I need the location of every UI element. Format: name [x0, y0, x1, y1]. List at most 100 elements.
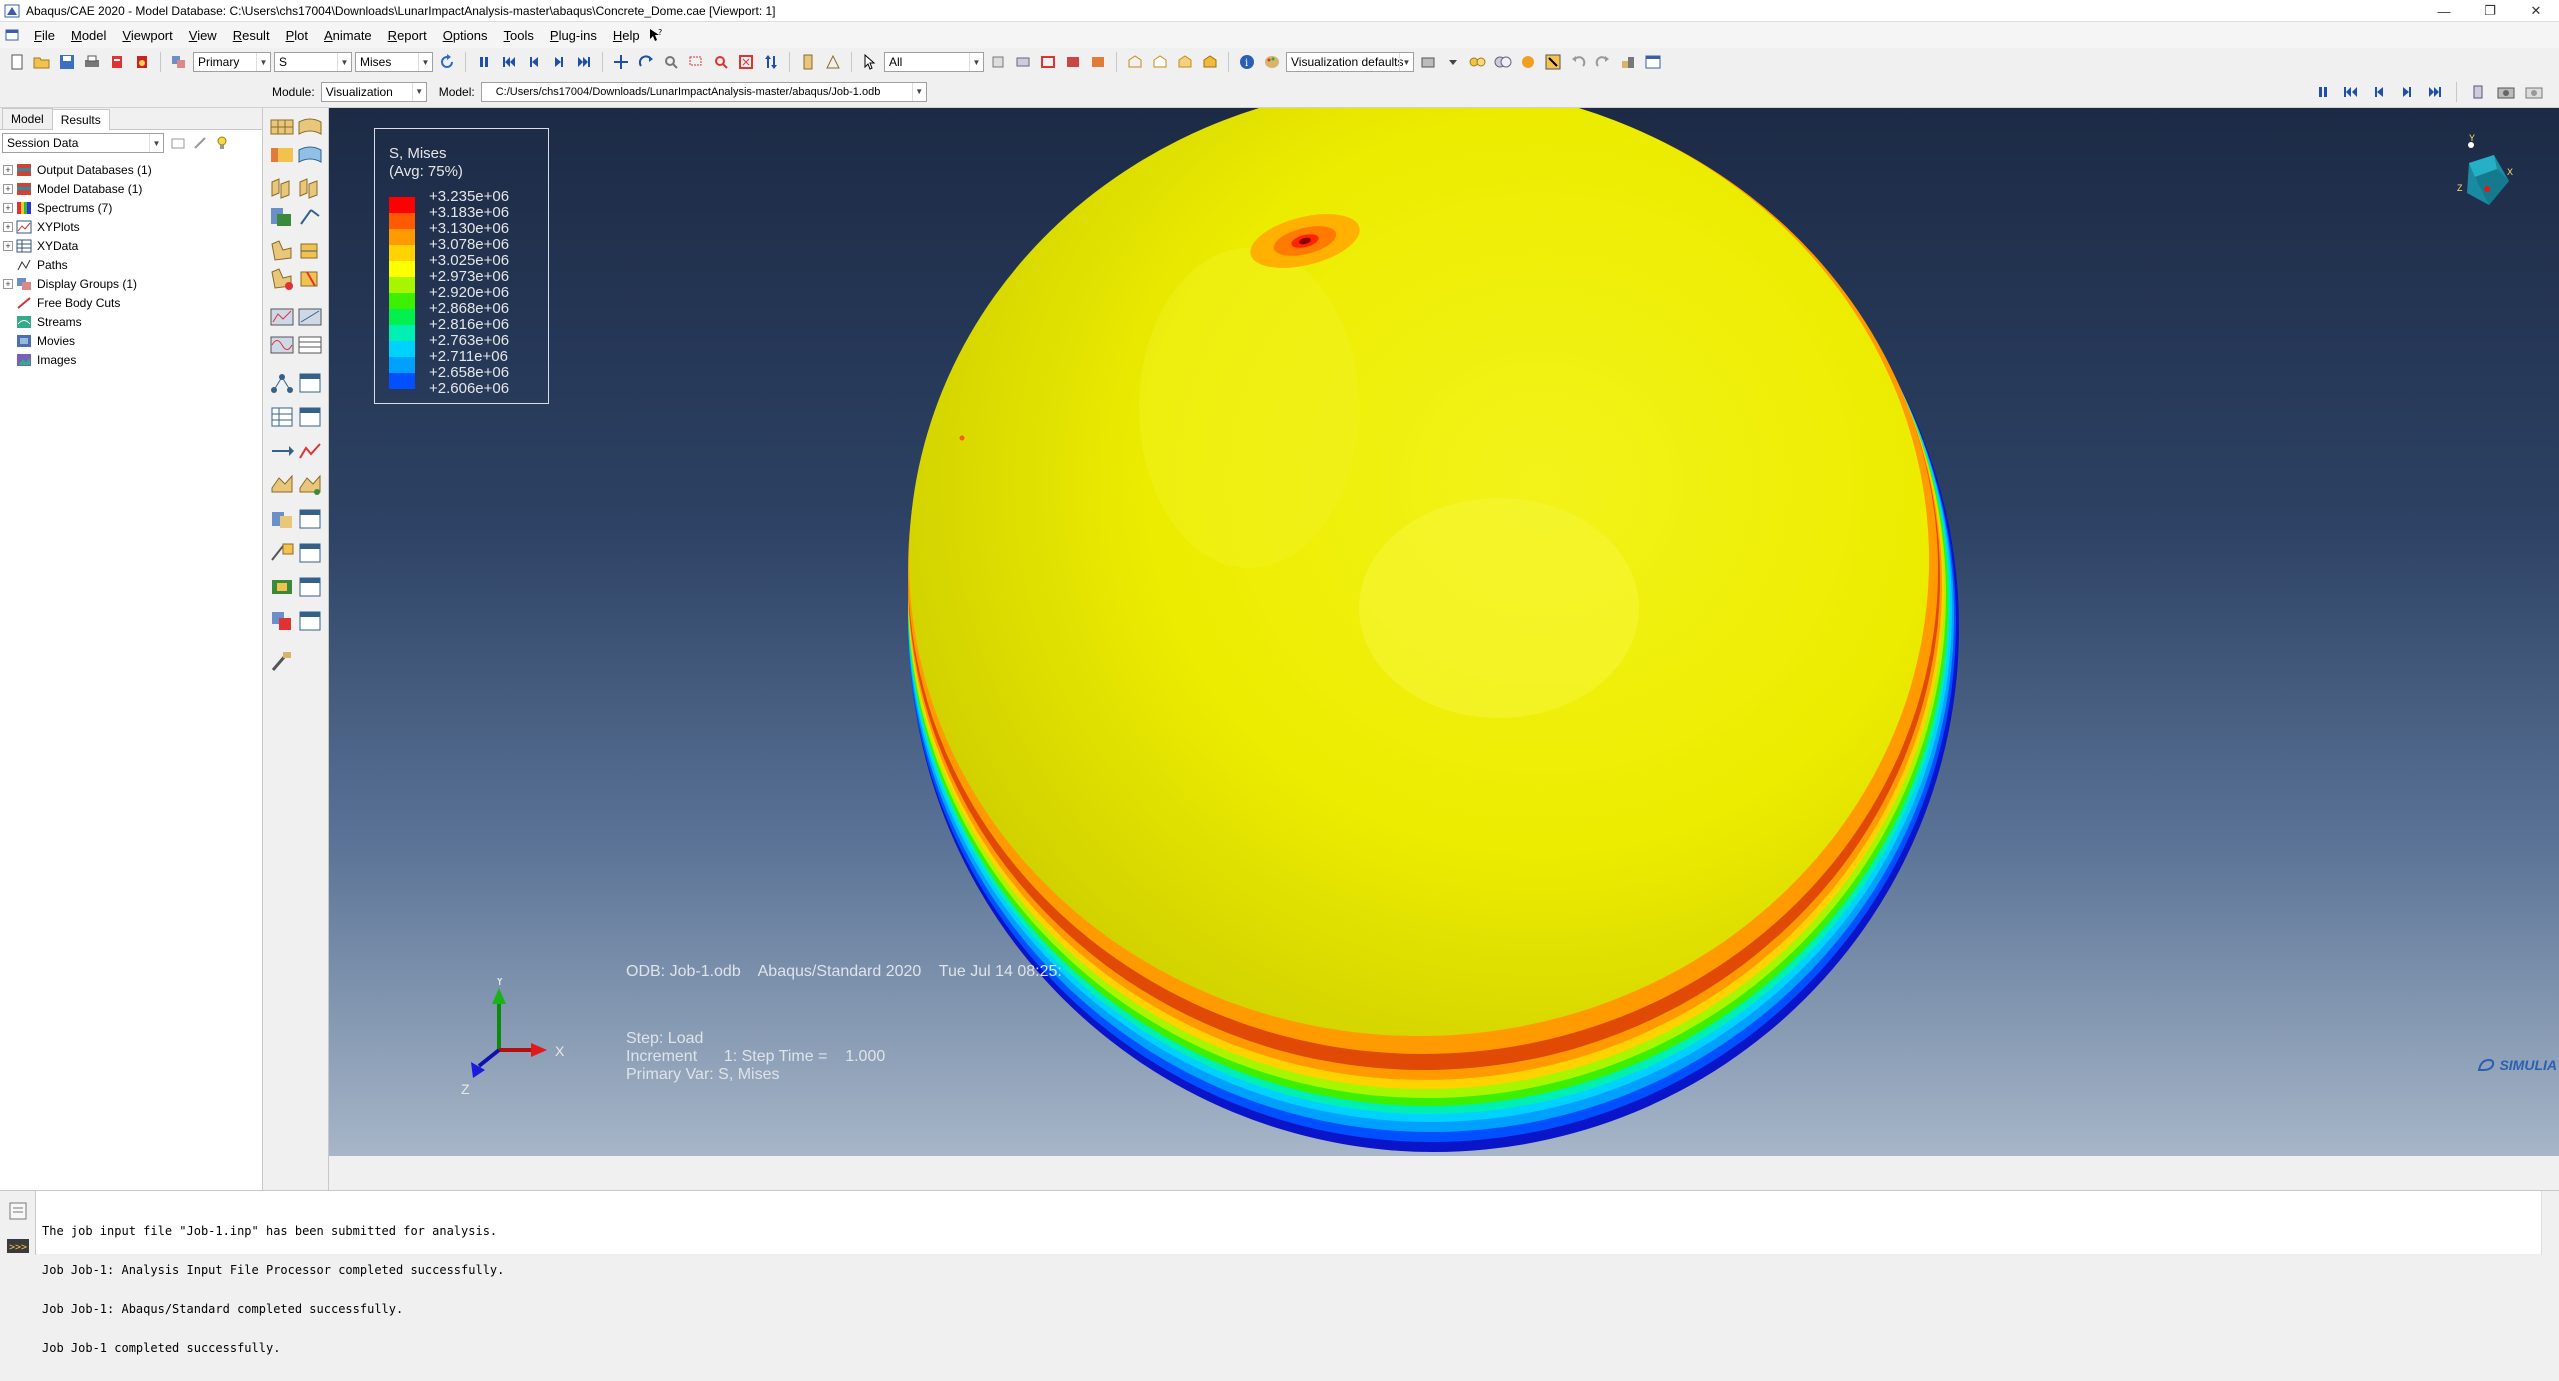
xy-plot-manager-icon[interactable]	[297, 404, 323, 430]
job-red-icon[interactable]	[106, 51, 128, 73]
common-plot-options-icon[interactable]	[269, 238, 295, 264]
animate-harmonic-icon[interactable]	[269, 332, 295, 358]
camera-alt-icon[interactable]	[2523, 81, 2545, 103]
first-frame-icon[interactable]	[498, 51, 520, 73]
selection-policy-icon[interactable]	[1062, 51, 1084, 73]
session-data-combo[interactable]: Session Data ▼	[2, 133, 164, 153]
path-manager-icon[interactable]	[297, 438, 323, 464]
select-arrow-icon[interactable]	[859, 51, 881, 73]
tree-model-database[interactable]: + Model Database (1)	[0, 179, 262, 198]
menu-report[interactable]: Report	[380, 28, 435, 43]
view-cube[interactable]: Y X Z	[2449, 133, 2519, 233]
display-group-manager-icon[interactable]	[297, 608, 323, 634]
plot-symbols-icon[interactable]	[297, 176, 323, 202]
field-variable-combo[interactable]: S ▼	[274, 52, 352, 72]
menu-help[interactable]: Help	[605, 28, 648, 43]
menu-viewport[interactable]: Viewport	[114, 28, 180, 43]
command-line-icon[interactable]: >>>	[7, 1239, 29, 1253]
ruler-icon[interactable]	[797, 51, 819, 73]
create-free-body-icon[interactable]	[269, 472, 295, 498]
dome-model[interactable]	[329, 108, 2559, 1156]
menu-tools[interactable]: Tools	[496, 28, 542, 43]
filter-icon[interactable]	[170, 135, 186, 151]
plot-vectors-icon[interactable]	[297, 204, 323, 230]
menu-result[interactable]: Result	[225, 28, 278, 43]
animate-last-icon[interactable]	[2424, 81, 2446, 103]
menu-plot[interactable]: Plot	[278, 28, 316, 43]
tree-free-body-cuts[interactable]: Free Body Cuts	[0, 293, 262, 312]
dropdown-small-icon[interactable]	[1442, 51, 1464, 73]
xy-data-manager-icon[interactable]	[297, 370, 323, 396]
symbol-options-icon[interactable]	[269, 266, 295, 292]
drag-shape-icon[interactable]	[1037, 51, 1059, 73]
animate-previous-icon[interactable]	[2368, 81, 2390, 103]
plot-contours-undeformed-icon[interactable]	[269, 142, 295, 168]
visible-selection-icon[interactable]	[1087, 51, 1109, 73]
plot-deformed-icon[interactable]	[297, 114, 323, 140]
display-group-tool-icon[interactable]	[269, 608, 295, 634]
tab-results[interactable]: Results	[51, 109, 110, 130]
refresh-icon[interactable]	[436, 51, 458, 73]
menu-file[interactable]: File	[26, 28, 63, 43]
tree-streams[interactable]: Streams	[0, 312, 262, 331]
expand-icon[interactable]: +	[3, 240, 13, 251]
material-options-icon[interactable]	[297, 266, 323, 292]
model-combo[interactable]: C:/Users/chs17004/Downloads/LunarImpactA…	[480, 81, 927, 102]
box-zoom-icon[interactable]	[685, 51, 707, 73]
expand-icon[interactable]: +	[3, 221, 13, 232]
last-frame-icon[interactable]	[573, 51, 595, 73]
undo-icon[interactable]	[1567, 51, 1589, 73]
contour-options-icon[interactable]	[297, 238, 323, 264]
color-sphere-icon[interactable]	[1517, 51, 1539, 73]
animate-pause-icon[interactable]	[2312, 81, 2334, 103]
render-style-wireframe-icon[interactable]	[1124, 51, 1146, 73]
zoom-icon[interactable]	[660, 51, 682, 73]
plot-contours-deformed-icon[interactable]	[297, 142, 323, 168]
create-xy-plot-icon[interactable]	[269, 404, 295, 430]
rotate-icon[interactable]	[635, 51, 657, 73]
tree-images[interactable]: Images	[0, 350, 262, 369]
display-group-icon[interactable]	[168, 51, 190, 73]
animation-options-icon[interactable]	[297, 332, 323, 358]
tree-paths[interactable]: Paths	[0, 255, 262, 274]
expand-icon[interactable]: +	[3, 202, 13, 213]
tab-model[interactable]: Model	[2, 108, 53, 129]
display-group-combo[interactable]: Primary ▼	[193, 52, 271, 72]
probe-manager-icon[interactable]	[297, 540, 323, 566]
tree-movies[interactable]: Movies	[0, 331, 262, 350]
selection-options-icon[interactable]	[987, 51, 1009, 73]
tools-icon[interactable]	[1617, 51, 1639, 73]
animate-first-icon[interactable]	[2340, 81, 2362, 103]
movie-frame-icon[interactable]	[2467, 81, 2489, 103]
tree-spectrums[interactable]: + Spectrums (7)	[0, 198, 262, 217]
redo-icon[interactable]	[1592, 51, 1614, 73]
graphics-viewport[interactable]: S, Mises (Avg: 75%) +3.235e+06 +3.183e+0…	[329, 108, 2559, 1156]
expand-icon[interactable]: +	[3, 183, 13, 194]
query-pick-icon[interactable]	[1542, 51, 1564, 73]
previous-frame-icon[interactable]	[523, 51, 545, 73]
menu-animate[interactable]: Animate	[316, 28, 380, 43]
lightbulb-icon[interactable]	[214, 135, 230, 151]
plot-material-orientations-icon[interactable]	[269, 204, 295, 230]
print-icon[interactable]	[81, 51, 103, 73]
animate-scale-factor-icon[interactable]	[297, 304, 323, 330]
system-menu-icon[interactable]	[4, 27, 20, 43]
close-button[interactable]: ✕	[2513, 0, 2559, 22]
grid-icon[interactable]	[822, 51, 844, 73]
next-frame-icon[interactable]	[548, 51, 570, 73]
plot-contours-both-icon[interactable]	[269, 176, 295, 202]
table-icon[interactable]	[1642, 51, 1664, 73]
context-help-icon[interactable]: ?	[648, 27, 664, 43]
view-defaults-combo[interactable]: Visualization defaults ▼	[1286, 52, 1414, 72]
animate-next-icon[interactable]	[2396, 81, 2418, 103]
plot-undeformed-icon[interactable]	[269, 114, 295, 140]
view-cut-icon[interactable]	[269, 574, 295, 600]
tree-xyplots[interactable]: + XYPlots	[0, 217, 262, 236]
tree-output-databases[interactable]: + Output Databases (1)	[0, 160, 262, 179]
report-manager-icon[interactable]	[297, 506, 323, 532]
render-style-hidden-icon[interactable]	[1149, 51, 1171, 73]
create-xy-data-icon[interactable]	[269, 370, 295, 396]
restore-button[interactable]: ❐	[2467, 0, 2513, 22]
overlay-circles-icon[interactable]	[1467, 51, 1489, 73]
tree-display-groups[interactable]: + Display Groups (1)	[0, 274, 262, 293]
